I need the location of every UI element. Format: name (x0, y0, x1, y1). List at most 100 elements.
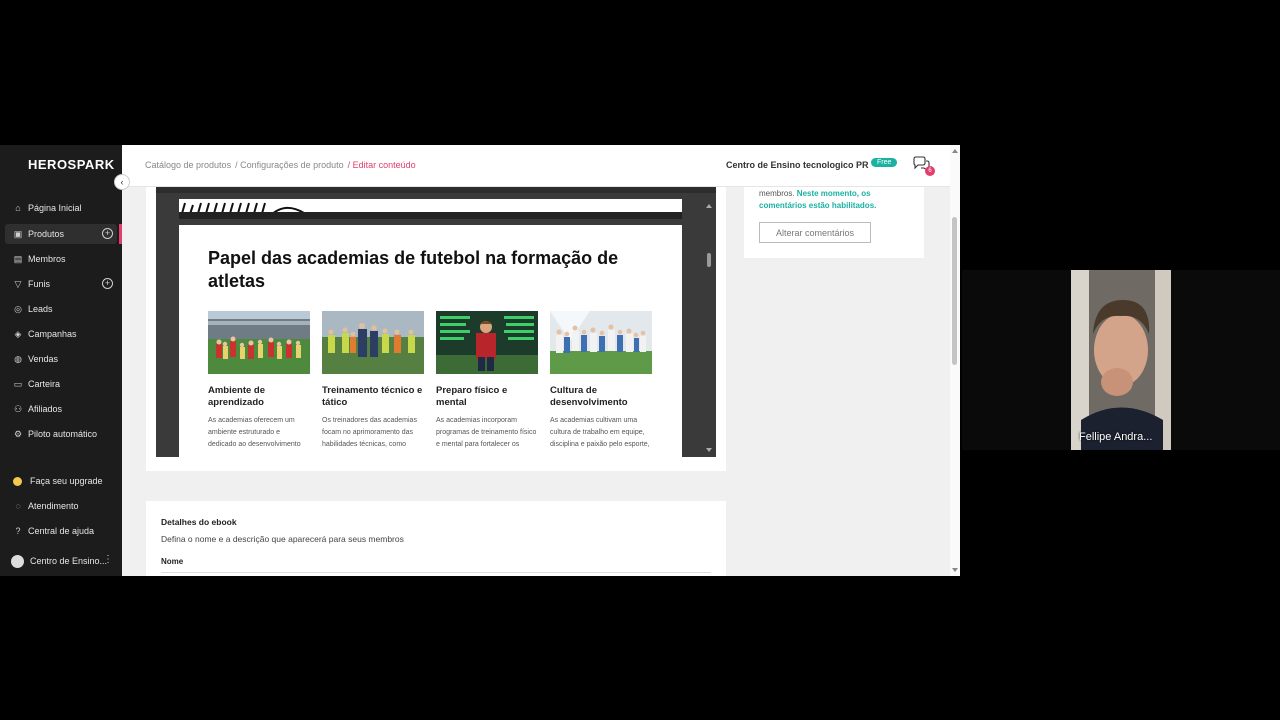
more-vertical-icon[interactable]: ⋮ (103, 554, 113, 565)
main-content: Papel das academias de futebol na formaç… (122, 187, 950, 576)
ebook-page-title: Papel das academias de futebol na formaç… (208, 248, 619, 291)
funnel-icon: ▽ (14, 278, 22, 289)
feature-description: As academias oferecem um ambiente estrut… (208, 417, 301, 448)
sidebar-item-label: Membros (28, 254, 66, 264)
sidebar-item-support[interactable]: ◌ Atendimento (5, 496, 117, 516)
viewer-scroll-up-icon[interactable] (706, 204, 712, 208)
feature-technical-training: Treinamento técnico e tático Os treinado… (322, 311, 424, 451)
app-window: HEROSPARK ⌂ Página Inicial ▣ Produtos + … (0, 145, 960, 576)
feature-description: As academias cultivam uma cultura de tra… (550, 417, 650, 448)
sidebar-item-label: Faça seu upgrade (30, 476, 103, 486)
webcam-background-left (962, 270, 1071, 450)
help-icon: ? (15, 526, 21, 536)
scoreboard-player-image (436, 311, 538, 374)
feature-title: Ambiente de aprendizado (208, 385, 266, 408)
pdf-previous-page (179, 199, 682, 219)
top-header: Catálogo de produtos / Configurações de … (122, 145, 950, 187)
viewer-scroll-down-icon[interactable] (706, 448, 712, 452)
feature-development-culture: Cultura de desenvolvimento As academias … (550, 311, 652, 451)
page-scrollbar-thumb[interactable] (952, 217, 957, 365)
chat-bubble-icon: ◌ (15, 501, 21, 511)
collapse-sidebar-button[interactable]: ‹ (114, 174, 130, 190)
pdf-page: Papel das academias de futebol na formaç… (179, 225, 682, 457)
feature-title: Cultura de desenvolvimento (550, 385, 628, 408)
sidebar-item-wallet[interactable]: ▭ Carteira (5, 374, 117, 394)
sidebar-item-help[interactable]: ? Central de ajuda (5, 521, 117, 541)
comments-status-text: membros. Neste momento, os comentários e… (759, 188, 909, 212)
home-icon: ⌂ (15, 203, 21, 213)
breadcrumb-settings[interactable]: / Configurações de produto (235, 160, 344, 170)
sidebar-item-label: Produtos (28, 229, 65, 239)
sidebar-item-label: Funis (28, 279, 51, 289)
comments-text-prefix: membros. (759, 189, 795, 198)
sidebar-user-label: Centro de Ensino... (30, 556, 108, 566)
plan-badge: Free (871, 158, 898, 167)
leads-icon: ◎ (14, 303, 22, 314)
feature-physical-mental: Preparo físico e mental As academias inc… (436, 311, 538, 451)
sidebar-item-upgrade[interactable]: Faça seu upgrade (5, 471, 117, 491)
sidebar-item-members[interactable]: ▤ Membros (5, 249, 117, 269)
upgrade-icon (13, 476, 22, 486)
change-comments-button[interactable]: Alterar comentários (759, 222, 871, 243)
ebook-details-card: Detalhes do ebook Defina o nome e a desc… (146, 501, 726, 576)
sidebar-user[interactable]: Centro de Ensino... ⋮ (5, 551, 117, 571)
breadcrumb-catalog[interactable]: Catálogo de produtos (145, 160, 231, 170)
affiliates-icon: ⚇ (13, 403, 23, 414)
sidebar-item-affiliates[interactable]: ⚇ Afiliados (5, 399, 117, 419)
feature-learning-environment: Ambiente de aprendizado As academias ofe… (208, 311, 310, 451)
participant-video (1071, 270, 1171, 450)
participant-name: Fellipe Andra... (1079, 431, 1153, 443)
sidebar-item-label: Atendimento (28, 501, 79, 511)
breadcrumb-current: / Editar conteúdo (347, 160, 416, 170)
add-funnel-icon[interactable]: + (102, 278, 113, 289)
page-scroll-down-icon[interactable] (952, 568, 958, 572)
feature-title: Treinamento técnico e tático (322, 385, 423, 408)
coach-training-image (322, 311, 424, 374)
sidebar-item-label: Carteira (28, 379, 61, 389)
sidebar-item-label: Campanhas (28, 329, 77, 339)
viewer-scrollbar-thumb[interactable] (707, 253, 711, 267)
members-icon: ▤ (13, 253, 23, 264)
sidebar-item-campaigns[interactable]: ◈ Campanhas (5, 324, 117, 344)
sidebar-item-label: Página Inicial (28, 203, 82, 213)
pdf-viewer[interactable]: Papel das academias de futebol na formaç… (156, 187, 716, 457)
chat-count-badge: 6 (925, 166, 935, 176)
details-title: Detalhes do ebook (161, 517, 237, 527)
sidebar-item-sales[interactable]: ◍ Vendas (5, 349, 117, 369)
pdf-toolbar (156, 187, 716, 193)
sidebar-item-label: Leads (28, 304, 53, 314)
feature-description: Os treinadores das academias focam no ap… (322, 417, 417, 448)
feature-description: As academias incorporam programas de tre… (436, 417, 537, 448)
team-celebration-image (550, 311, 652, 374)
gift-icon: ▣ (13, 228, 23, 239)
school-name[interactable]: Centro de Ensino tecnologico PR (726, 160, 869, 170)
name-input[interactable] (161, 572, 711, 573)
sidebar-item-home[interactable]: ⌂ Página Inicial (5, 198, 117, 218)
sidebar-item-label: Central de ajuda (28, 526, 95, 536)
gear-icon: ⚙ (13, 428, 23, 439)
details-subtitle: Defina o nome e a descrição que aparecer… (161, 534, 404, 544)
comments-settings-card: membros. Neste momento, os comentários e… (744, 187, 924, 258)
ebook-viewer-card: Papel das academias de futebol na formaç… (146, 187, 726, 471)
webcam-background-right (1171, 270, 1280, 450)
sidebar-item-label: Vendas (28, 354, 59, 364)
campaigns-icon: ◈ (14, 328, 22, 339)
sidebar-item-products[interactable]: ▣ Produtos + (5, 224, 117, 244)
sidebar-item-leads[interactable]: ◎ Leads (5, 299, 117, 319)
sales-icon: ◍ (14, 353, 22, 364)
webcam-tile: Fellipe Andra... (1071, 270, 1171, 450)
feature-title: Preparo físico e mental (436, 385, 508, 408)
herospark-logo[interactable]: HEROSPARK (28, 157, 115, 172)
add-product-icon[interactable]: + (102, 228, 113, 239)
page-scroll-up-icon[interactable] (952, 149, 958, 153)
name-label: Nome (161, 557, 184, 566)
breadcrumb: Catálogo de produtos / Configurações de … (145, 160, 416, 170)
sidebar-item-autopilot[interactable]: ⚙ Piloto automático (5, 424, 117, 444)
wallet-icon: ▭ (13, 378, 23, 389)
avatar (11, 554, 24, 568)
sidebar: HEROSPARK ⌂ Página Inicial ▣ Produtos + … (0, 145, 122, 576)
sidebar-item-funnels[interactable]: ▽ Funis + (5, 274, 117, 294)
sidebar-item-label: Piloto automático (28, 429, 98, 439)
sidebar-item-label: Afiliados (28, 404, 63, 414)
stadium-team-image (208, 311, 310, 374)
